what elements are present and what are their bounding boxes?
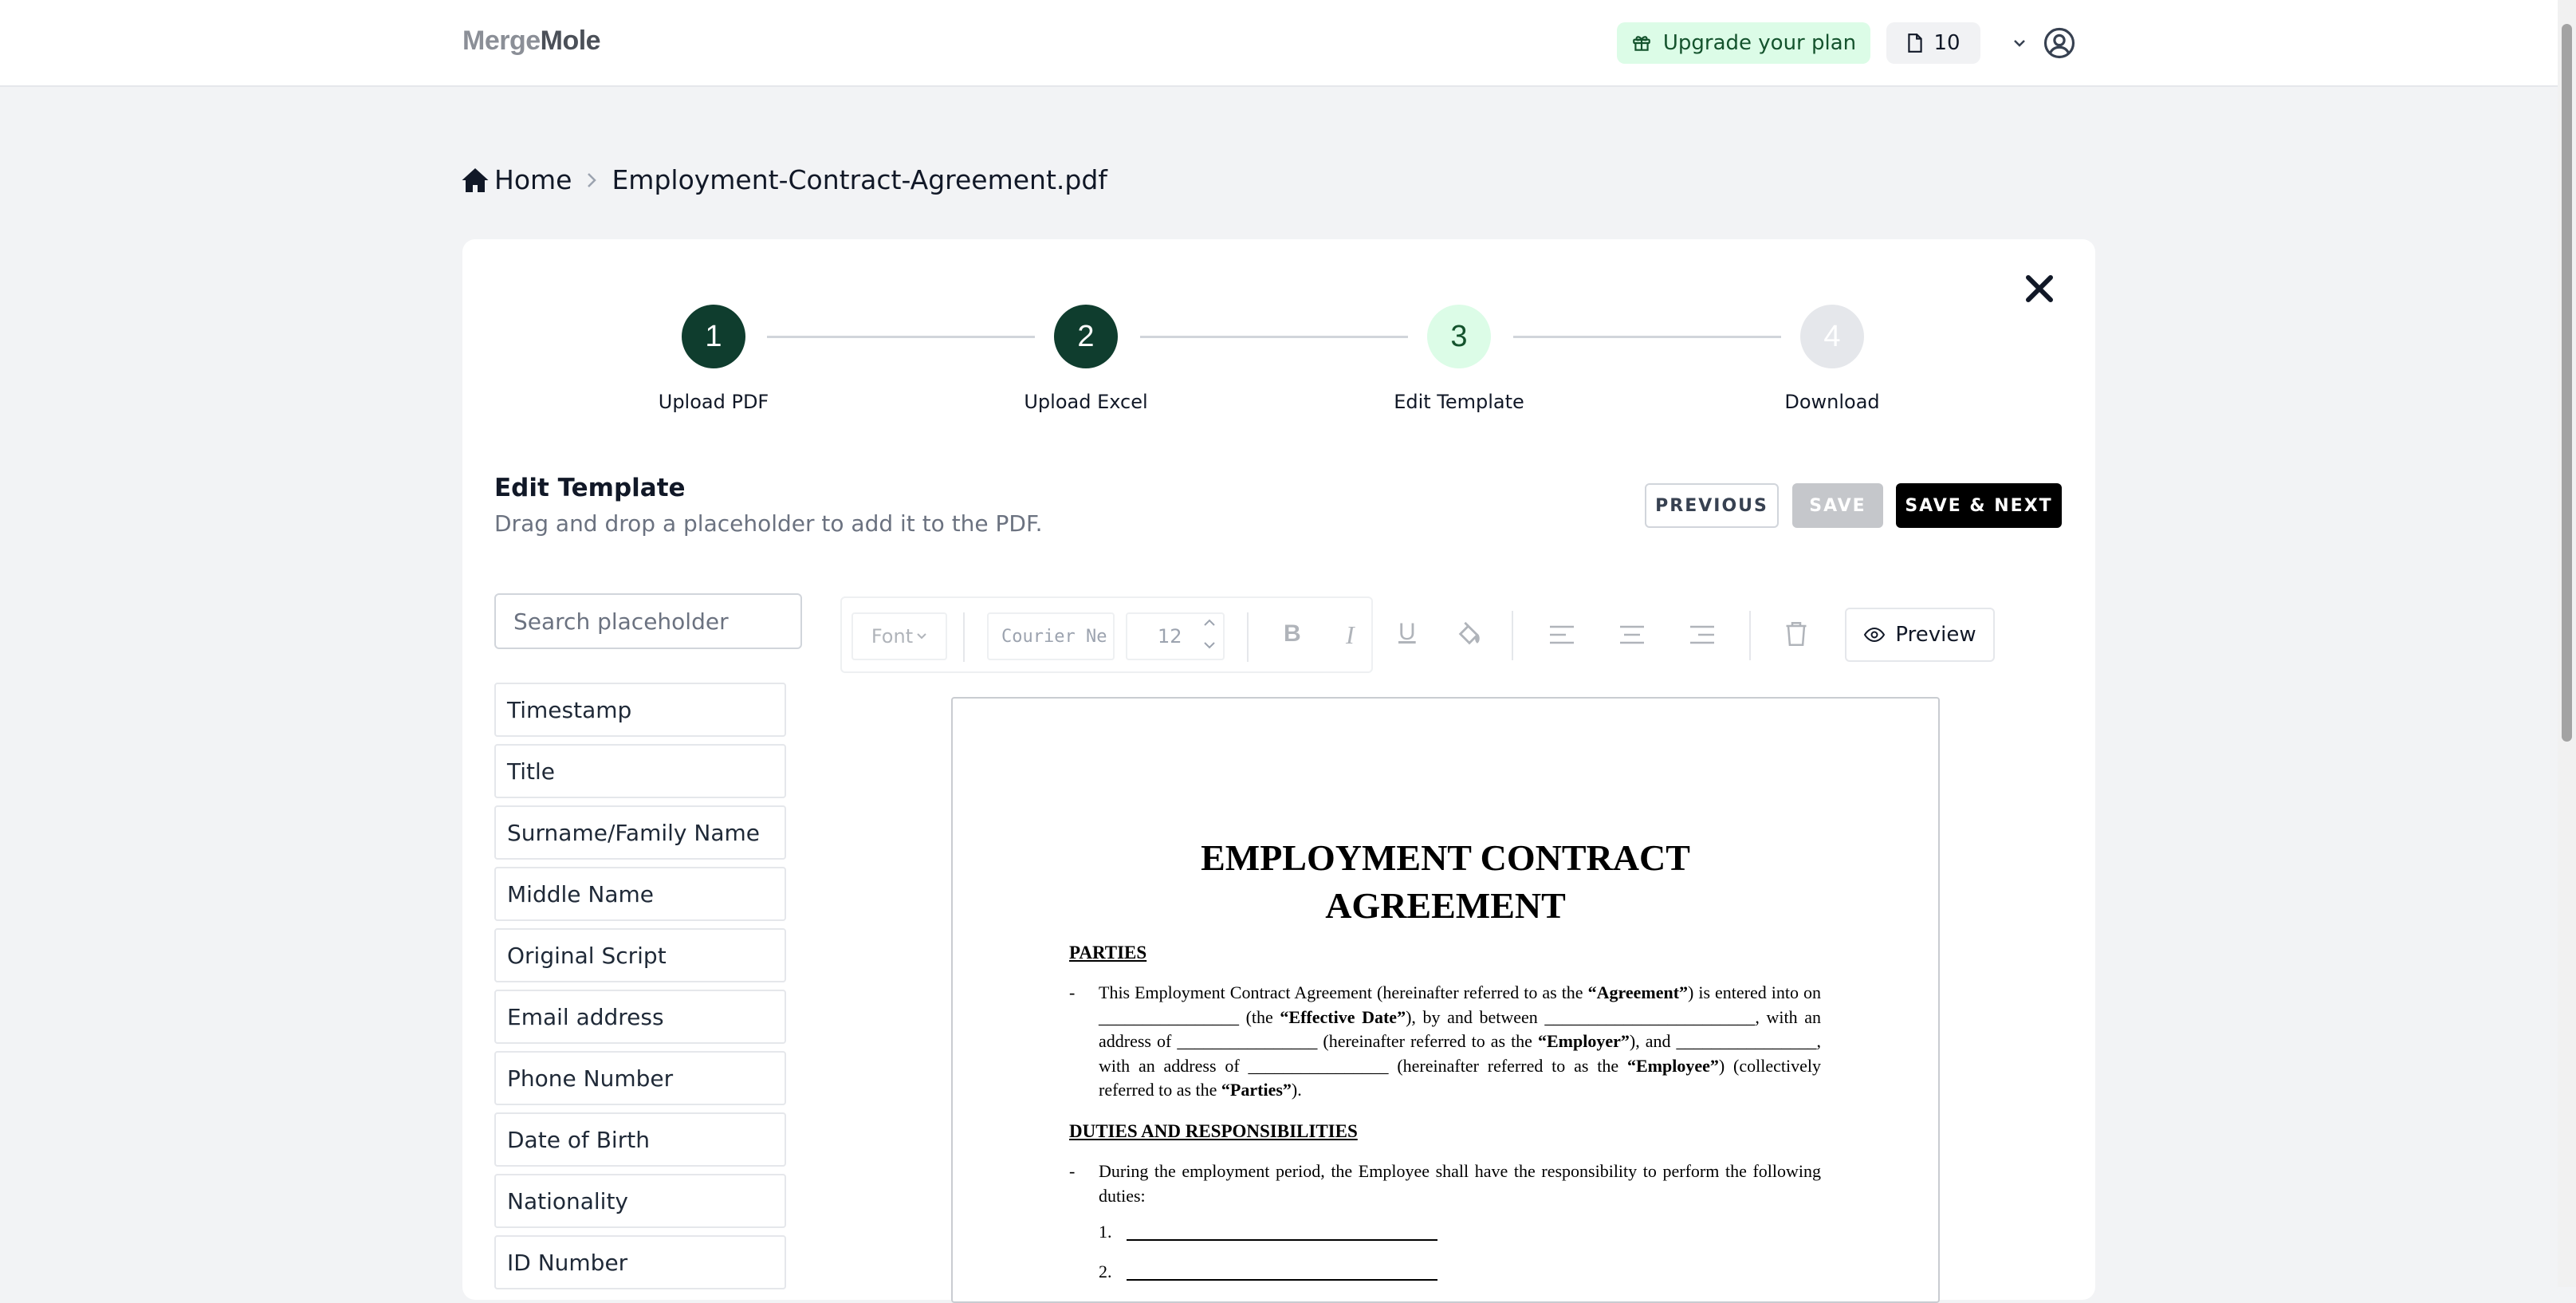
- duty-blank-line: [1127, 1279, 1437, 1281]
- toolbar-divider: [1749, 611, 1751, 660]
- breadcrumb-home-link[interactable]: Home: [461, 164, 572, 195]
- placeholder-item[interactable]: ID Number: [494, 1235, 786, 1289]
- font-family-input[interactable]: Courier Ne: [987, 612, 1115, 660]
- font-size-value: 12: [1158, 625, 1182, 648]
- duty-item-number: 2.: [1099, 1262, 1112, 1281]
- chevron-down-icon: [917, 633, 926, 640]
- previous-button[interactable]: PREVIOUS: [1645, 483, 1779, 528]
- document-title-line-1: EMPLOYMENT CONTRACT: [1201, 837, 1690, 878]
- scrollbar-thumb[interactable]: [2562, 24, 2572, 742]
- font-select[interactable]: Font: [851, 612, 947, 660]
- duty-item-number: 1.: [1099, 1222, 1112, 1242]
- document-title: EMPLOYMENT CONTRACT AGREEMENT: [953, 834, 1938, 930]
- step-connector: [1140, 336, 1408, 338]
- duty-blank-line: [1127, 1239, 1437, 1241]
- align-right-icon[interactable]: [1689, 624, 1716, 646]
- section-title: Edit Template: [494, 474, 686, 502]
- search-placeholder-input[interactable]: [494, 593, 802, 649]
- account-menu[interactable]: [2012, 22, 2076, 64]
- document-credits-badge[interactable]: 10: [1886, 22, 1980, 64]
- preview-label: Preview: [1895, 623, 1976, 647]
- save-and-next-button[interactable]: SAVE & NEXT: [1896, 483, 2062, 528]
- step-2-circle: 2: [1054, 305, 1118, 368]
- font-select-label: Font: [871, 625, 914, 648]
- chevron-down-icon: [2014, 40, 2025, 47]
- placeholder-item[interactable]: Nationality: [494, 1174, 786, 1228]
- save-button[interactable]: SAVE: [1792, 483, 1883, 528]
- step-4-label: Download: [1784, 391, 1880, 413]
- decrement-icon[interactable]: [1202, 640, 1217, 651]
- logo[interactable]: MergeMole: [462, 26, 601, 57]
- document-title-line-2: AGREEMENT: [1325, 885, 1566, 926]
- align-center-icon[interactable]: [1618, 624, 1646, 646]
- duties-paragraph: During the employment period, the Employ…: [1099, 1161, 1821, 1206]
- underline-button[interactable]: U: [1398, 619, 1416, 646]
- eye-icon: [1864, 627, 1886, 643]
- parties-paragraph: This Employment Contract Agreement (here…: [1099, 982, 1822, 1100]
- placeholder-item[interactable]: Middle Name: [494, 867, 786, 921]
- bold-button[interactable]: B: [1284, 620, 1301, 648]
- list-dash: -: [1069, 1161, 1076, 1181]
- placeholder-item[interactable]: Email address: [494, 990, 786, 1044]
- step-connector: [767, 336, 1035, 338]
- breadcrumb-current-file: Employment-Contract-Agreement.pdf: [612, 164, 1107, 195]
- step-connector: [1513, 336, 1781, 338]
- document-icon: [1908, 33, 1923, 53]
- upgrade-plan-label: Upgrade your plan: [1662, 31, 1857, 55]
- breadcrumb-home-label: Home: [494, 164, 572, 195]
- chevron-right-icon: [588, 172, 597, 187]
- preview-button[interactable]: Preview: [1845, 608, 1995, 662]
- home-icon: [462, 167, 489, 192]
- upgrade-plan-button[interactable]: Upgrade your plan: [1617, 22, 1870, 64]
- placeholder-item[interactable]: Surname/Family Name: [494, 805, 786, 860]
- list-dash: -: [1069, 982, 1076, 1002]
- duties-heading: DUTIES AND RESPONSIBILITIES: [1069, 1121, 1358, 1141]
- close-button[interactable]: [2022, 271, 2057, 306]
- placeholder-item[interactable]: Title: [494, 744, 786, 798]
- step-2-label: Upload Excel: [1024, 391, 1148, 413]
- step-1-circle: 1: [682, 305, 745, 368]
- increment-icon[interactable]: [1202, 617, 1217, 628]
- page-scrollbar[interactable]: [2558, 0, 2576, 1287]
- italic-button[interactable]: I: [1346, 620, 1355, 650]
- placeholder-item[interactable]: Timestamp: [494, 683, 786, 737]
- placeholder-item[interactable]: Original Script: [494, 928, 786, 982]
- toolbar-divider: [1512, 611, 1513, 660]
- placeholder-list: Timestamp Title Surname/Family Name Midd…: [494, 683, 786, 1297]
- parties-heading: PARTIES: [1069, 943, 1147, 962]
- paint-bucket-icon[interactable]: [1456, 620, 1483, 648]
- credits-count: 10: [1933, 31, 1961, 55]
- breadcrumb: Home Employment-Contract-Agreement.pdf: [461, 164, 1107, 195]
- toolbar-divider: [1247, 612, 1249, 662]
- toolbar-divider: [963, 612, 965, 662]
- section-subtitle: Drag and drop a placeholder to add it to…: [494, 510, 1043, 537]
- top-navbar: MergeMole Upgrade your plan 10: [0, 0, 2558, 87]
- step-1-label: Upload PDF: [658, 391, 769, 413]
- trash-icon[interactable]: [1784, 620, 1808, 648]
- step-3-label: Edit Template: [1394, 391, 1524, 413]
- step-3-circle: 3: [1427, 305, 1491, 368]
- close-icon: [2026, 275, 2053, 302]
- placeholder-item[interactable]: Date of Birth: [494, 1112, 786, 1167]
- step-4-circle: 4: [1800, 305, 1864, 368]
- pdf-canvas[interactable]: EMPLOYMENT CONTRACT AGREEMENT PARTIES - …: [951, 697, 1940, 1303]
- gift-icon: [1633, 36, 1650, 51]
- user-avatar-icon: [2043, 27, 2075, 59]
- placeholder-item[interactable]: Phone Number: [494, 1051, 786, 1105]
- align-left-icon[interactable]: [1548, 624, 1575, 646]
